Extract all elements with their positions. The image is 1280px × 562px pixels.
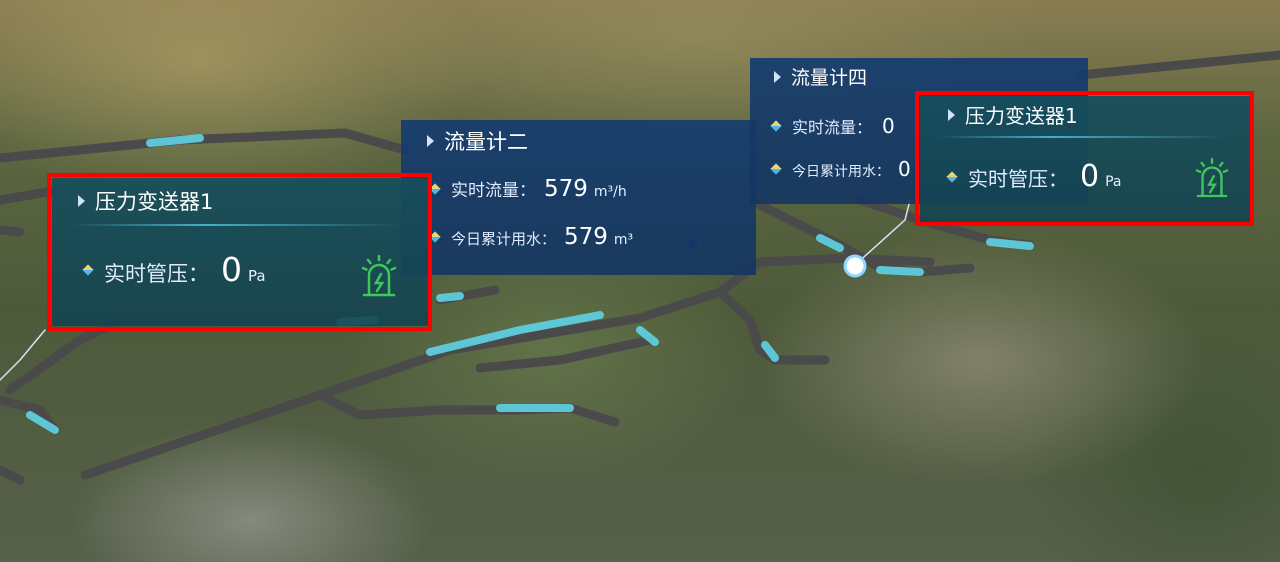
pipe-active-segment — [146, 134, 204, 147]
realtime-flow-unit: m³/h — [593, 184, 627, 200]
realtime-flow-label: 实时流量： — [451, 181, 536, 201]
flowmeter2-header: 流量计二 — [427, 126, 528, 156]
diamond-bullet-icon — [770, 120, 782, 132]
pipe-segment — [1075, 50, 1280, 80]
realtime-flow-label: 实时流量： — [792, 118, 873, 137]
highlight-box-left — [47, 173, 432, 331]
flowmeter4-header: 流量计四 — [774, 63, 867, 90]
flowmeter2-daily-total-row: 今日累计用水： 579 m³ — [429, 224, 634, 250]
flowmeter4-title: 流量计四 — [791, 67, 868, 89]
pipe-active-segment — [876, 266, 924, 276]
diamond-bullet-icon — [770, 163, 782, 175]
flowmeter2-title: 流量计二 — [444, 130, 528, 154]
flowmeter4-daily-total-row: 今日累计用水： 0 — [770, 157, 911, 181]
pipe-active-segment — [436, 292, 464, 302]
daily-total-value: 0 — [898, 157, 911, 181]
chevron-right-icon — [427, 135, 434, 147]
daily-total-label: 今日累计用水： — [792, 164, 890, 180]
pipe-active-segment — [986, 238, 1034, 250]
sensor-node — [843, 254, 867, 278]
daily-total-unit: m³ — [613, 232, 634, 248]
highlight-box-right — [915, 91, 1254, 226]
daily-total-value: 579 — [564, 224, 608, 250]
pipe-segment — [0, 465, 25, 485]
flowmeter2-panel[interactable]: 流量计二 实时流量： 579 m³/h 今日累计用水： 579 m³ — [401, 120, 756, 275]
daily-total-label: 今日累计用水： — [451, 230, 557, 248]
realtime-flow-value: 579 — [544, 176, 588, 202]
pipe-segment — [0, 225, 25, 237]
flowmeter2-realtime-flow-row: 实时流量： 579 m³/h — [429, 176, 627, 202]
realtime-flow-value: 0 — [882, 114, 895, 138]
chevron-right-icon — [774, 70, 781, 83]
flowmeter4-realtime-flow-row: 实时流量： 0 — [770, 114, 895, 138]
